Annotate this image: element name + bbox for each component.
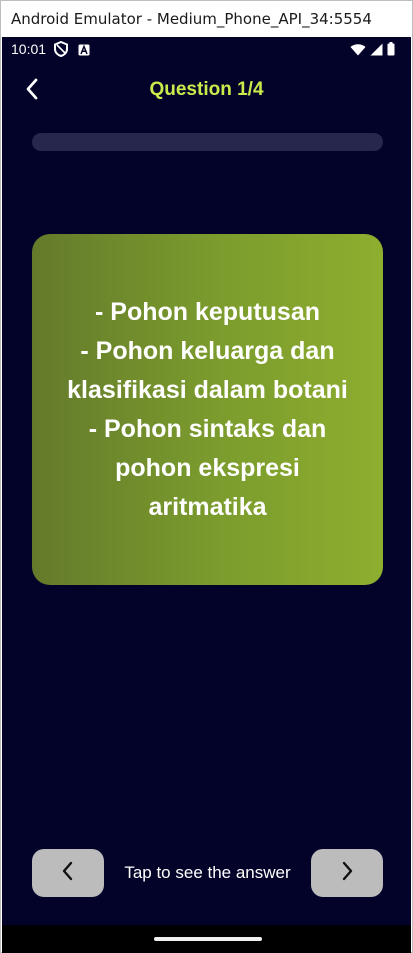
signal-icon [370,43,383,59]
bottom-controls: Tap to see the answer [2,849,411,897]
status-time: 10:01 [11,41,47,57]
status-bar: 10:01 [2,37,411,63]
next-button[interactable] [311,849,383,897]
tap-hint[interactable]: Tap to see the answer [104,863,311,883]
app-bar: Question 1/4 [2,63,411,119]
chevron-right-icon [340,861,354,886]
home-gesture-handle[interactable] [154,937,262,941]
flashcard[interactable]: - Pohon keputusan - Pohon keluarga dan k… [32,234,383,585]
status-icons [350,42,395,59]
previous-button[interactable] [32,849,104,897]
flashcard-text: - Pohon keputusan - Pohon keluarga dan k… [67,297,348,521]
chevron-left-icon [61,861,75,886]
battery-icon [387,42,395,59]
progress-bar [32,133,383,151]
navigation-bar [2,925,411,953]
window-title: Android Emulator - Medium_Phone_API_34:5… [1,1,412,37]
a-badge-icon [78,43,90,59]
page-title: Question 1/4 [149,79,264,100]
emulator-window: Android Emulator - Medium_Phone_API_34:5… [0,0,413,953]
phone-screen: 10:01 Question 1/4 - Pohon keputusan - P… [2,37,411,953]
wifi-icon [350,43,366,59]
shield-icon [54,40,68,60]
